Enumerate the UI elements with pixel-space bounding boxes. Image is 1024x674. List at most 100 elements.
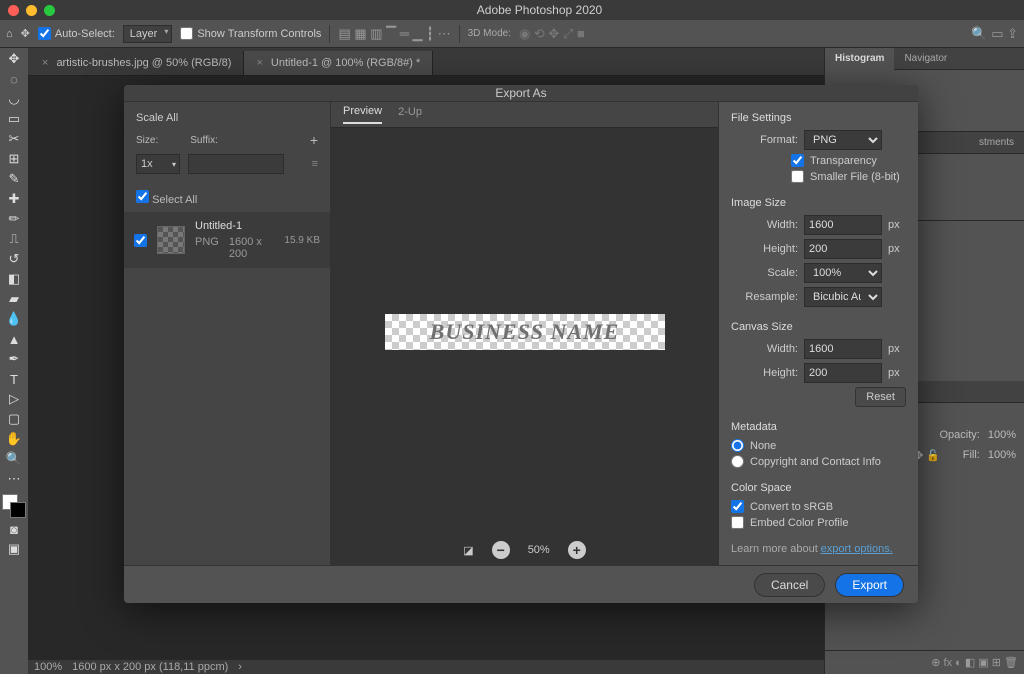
move-icon[interactable]: ✥ <box>21 27 30 40</box>
metadata-heading: Metadata <box>731 421 906 433</box>
asset-name: Untitled-1 <box>195 220 274 232</box>
tool-path[interactable]: ▷ <box>2 390 26 408</box>
layers-footer[interactable]: ⊕ fx ◐ ◧ ▣ ⊞ 🗑 <box>825 650 1024 674</box>
home-icon[interactable]: ⌂ <box>6 28 13 40</box>
scale-all-heading: Scale All <box>136 112 318 124</box>
asset-checkbox[interactable] <box>134 234 147 247</box>
add-size-button[interactable]: + <box>310 132 318 148</box>
tab-adjustments[interactable]: stments <box>969 132 1024 153</box>
tool-eyedropper[interactable]: ✎ <box>2 170 26 188</box>
auto-select-checkbox[interactable]: Auto-Select: <box>38 27 115 40</box>
zoom-out-button[interactable]: − <box>492 541 510 559</box>
tool-crop[interactable]: ✂ <box>2 130 26 148</box>
status-info: 1600 px x 200 px (118,11 ppcm) <box>72 661 228 673</box>
scale-select[interactable]: 100% <box>804 263 882 283</box>
color-swatches[interactable] <box>2 494 26 518</box>
tool-move[interactable]: ✥ <box>2 50 26 68</box>
tool-more[interactable]: ⋯ <box>2 470 26 488</box>
show-transform-checkbox[interactable]: Show Transform Controls <box>180 27 321 40</box>
color-space-heading: Color Space <box>731 482 906 494</box>
export-as-dialog: Export As Scale All Size: Suffix: + 1x▾ … <box>124 85 918 603</box>
canvas-height-input[interactable] <box>804 363 882 383</box>
tool-heal[interactable]: ✚ <box>2 190 26 208</box>
smaller-file-checkbox[interactable]: Smaller File (8-bit) <box>731 170 906 183</box>
asset-filesize: 15.9 KB <box>284 235 320 246</box>
status-bar: 100% 1600 px x 200 px (118,11 ppcm) › <box>28 660 824 674</box>
resample-select[interactable]: Bicubic Auto... <box>804 287 882 307</box>
learn-more-link[interactable]: export options. <box>821 543 893 555</box>
tool-brush[interactable]: ✏ <box>2 210 26 228</box>
canvas-size-heading: Canvas Size <box>731 321 906 333</box>
tool-zoom[interactable]: 🔍 <box>2 450 26 468</box>
window-close-icon[interactable] <box>8 5 19 16</box>
tab-histogram[interactable]: Histogram <box>825 48 894 70</box>
close-icon[interactable]: × <box>256 57 262 69</box>
tool-object-select[interactable]: ▭ <box>2 110 26 128</box>
image-height-input[interactable] <box>804 239 882 259</box>
convert-srgb-checkbox[interactable]: Convert to sRGB <box>731 500 906 513</box>
dialog-left-pane: Scale All Size: Suffix: + 1x▾ ≡ Select A… <box>124 102 331 565</box>
tool-marquee[interactable]: ◌ <box>2 70 26 88</box>
cancel-button[interactable]: Cancel <box>754 573 825 597</box>
select-all-checkbox[interactable]: Select All <box>136 194 197 206</box>
tool-history-brush[interactable]: ↺ <box>2 250 26 268</box>
close-icon[interactable]: × <box>42 57 48 69</box>
tool-type[interactable]: T <box>2 370 26 388</box>
asset-item[interactable]: Untitled-1 PNG1600 x 200 15.9 KB <box>124 212 330 268</box>
mode-3d-label: 3D Mode: <box>468 28 511 39</box>
tool-stamp[interactable]: ⎍ <box>2 230 26 248</box>
size-label: Size: <box>136 135 158 146</box>
export-button[interactable]: Export <box>835 573 904 597</box>
twoup-tab[interactable]: 2-Up <box>398 106 422 123</box>
tool-screen-mode[interactable]: ▣ <box>2 540 26 558</box>
preview-artwork: BUSINESS NAME <box>385 314 665 350</box>
tool-shape[interactable]: ▢ <box>2 410 26 428</box>
embed-profile-checkbox[interactable]: Embed Color Profile <box>731 516 906 529</box>
image-width-input[interactable] <box>804 215 882 235</box>
image-size-heading: Image Size <box>731 197 906 209</box>
window-min-icon[interactable] <box>26 5 37 16</box>
suffix-label: Suffix: <box>190 135 218 146</box>
reset-button[interactable]: Reset <box>855 387 906 407</box>
doc-tab-2[interactable]: ×Untitled-1 @ 100% (RGB/8#) * <box>244 51 433 75</box>
app-title: Adobe Photoshop 2020 <box>55 3 1024 17</box>
size-select[interactable]: 1x▾ <box>136 154 180 174</box>
tool-gradient[interactable]: ▰ <box>2 290 26 308</box>
options-bar: ⌂ ✥ Auto-Select: Layer Show Transform Co… <box>0 20 1024 48</box>
tool-lasso[interactable]: ◡ <box>2 90 26 108</box>
window-max-icon[interactable] <box>44 5 55 16</box>
zoom-in-button[interactable]: + <box>568 541 586 559</box>
mode-3d-icons[interactable]: ◉ ⟲ ✥ ⤢ ■ <box>519 26 585 42</box>
tools-panel: ✥ ◌ ◡ ▭ ✂ ⊞ ✎ ✚ ✏ ⎍ ↺ ◧ ▰ 💧 ▲ ✒ T ▷ ▢ ✋ … <box>0 48 28 674</box>
tool-pen[interactable]: ✒ <box>2 350 26 368</box>
metadata-none-radio[interactable]: None <box>731 439 906 452</box>
status-arrow-icon[interactable]: › <box>238 661 242 673</box>
zoom-fit-icon[interactable]: ◪ <box>463 544 473 557</box>
align-icons[interactable]: ▤ ▦ ▥ ▔ ═ ▁ ┇ ⋯ <box>338 26 450 42</box>
metadata-copyright-radio[interactable]: Copyright and Contact Info <box>731 455 906 468</box>
zoom-value: 50% <box>528 544 550 556</box>
tab-navigator[interactable]: Navigator <box>894 48 957 69</box>
tool-quick-mask[interactable]: ◙ <box>2 520 26 538</box>
format-select[interactable]: PNG <box>804 130 882 150</box>
preview-tab[interactable]: Preview <box>343 105 382 124</box>
asset-thumbnail <box>157 226 185 254</box>
auto-select-layer-select[interactable]: Layer <box>123 25 173 43</box>
transparency-checkbox[interactable]: Transparency <box>731 154 906 167</box>
tool-eraser[interactable]: ◧ <box>2 270 26 288</box>
tool-hand[interactable]: ✋ <box>2 430 26 448</box>
doc-tab-1[interactable]: ×artistic-brushes.jpg @ 50% (RGB/8) <box>30 51 244 75</box>
tool-blur[interactable]: 💧 <box>2 310 26 328</box>
dialog-title: Export As <box>124 86 918 100</box>
window-titlebar: Adobe Photoshop 2020 <box>0 0 1024 20</box>
drag-handle-icon[interactable]: ≡ <box>312 158 318 170</box>
tool-dodge[interactable]: ▲ <box>2 330 26 348</box>
preview-canvas[interactable]: BUSINESS NAME <box>331 128 718 535</box>
search-share-icons[interactable]: 🔍 ▭ ⇪ <box>971 26 1018 42</box>
canvas-width-input[interactable] <box>804 339 882 359</box>
status-zoom: 100% <box>34 661 62 673</box>
tool-frame[interactable]: ⊞ <box>2 150 26 168</box>
dialog-settings-pane: File Settings Format: PNG Transparency S… <box>718 102 918 565</box>
dialog-preview-pane: Preview 2-Up BUSINESS NAME ◪ − 50% + <box>331 102 718 565</box>
suffix-input[interactable] <box>188 154 284 174</box>
